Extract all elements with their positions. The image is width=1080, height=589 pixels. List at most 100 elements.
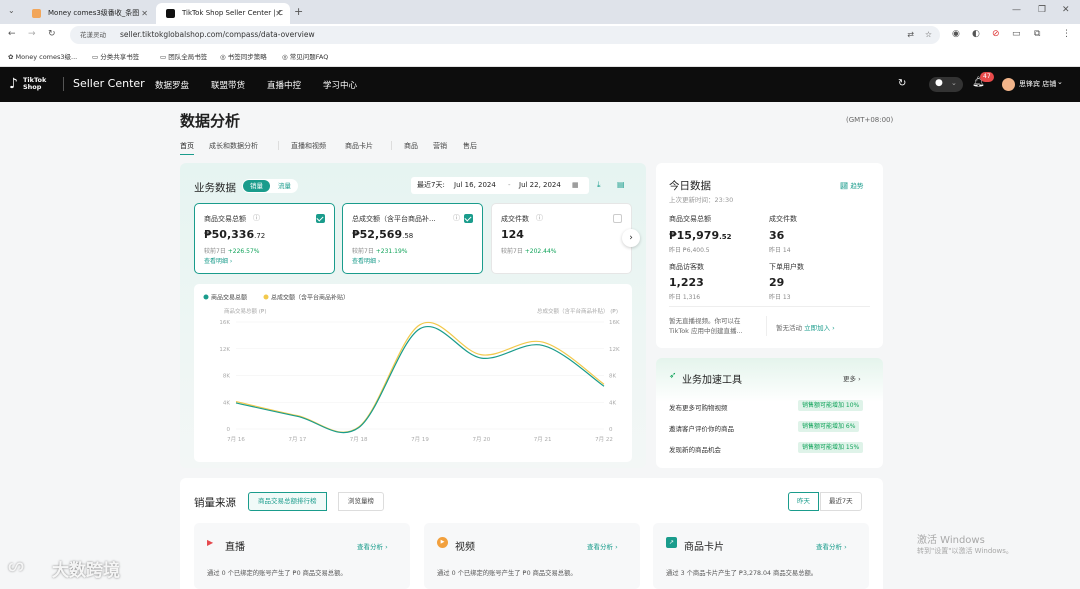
tab-live-video[interactable]: 直播和视频 (291, 141, 326, 151)
address-bar-row: ← → ↻ 花漾灵动 seller.tiktokglobalshop.com/c… (0, 24, 1080, 46)
date-separator: - (508, 181, 511, 189)
rocket-icon: ➶ (669, 371, 677, 381)
tab-label: TikTok Shop Seller Center | C (182, 9, 283, 17)
bookmark-star-icon[interactable]: ☆ (925, 26, 932, 44)
extension-icon[interactable]: ◐ (972, 29, 980, 39)
bookmark-folder[interactable]: ▭ 分类共享书签 (92, 51, 139, 61)
avatar[interactable] (1002, 78, 1015, 91)
info-icon[interactable]: ⓘ (536, 213, 543, 223)
tab-gmv-ranking[interactable]: 商品交易总额排行榜 (248, 492, 327, 511)
view-details-link[interactable]: 查看明细 › (352, 256, 380, 265)
chat-button[interactable]: ● ⌄ (929, 77, 963, 92)
today-sub: 昨日 14 (769, 247, 791, 254)
join-link[interactable]: 立即加入 › (804, 324, 835, 332)
trend-chart-panel: 商品交易总额 总成交额（含平台商品补贴） 商品交易总额 (₱) 总成交额（含平台商品补… (194, 284, 632, 462)
today-value: 1,223 (669, 276, 704, 289)
compare-value: +231.19% (375, 248, 408, 255)
divider (391, 141, 392, 150)
nav-item-affiliate[interactable]: 联盟带货 (211, 79, 245, 91)
boost-item[interactable]: 邀请客户评价你的商品 (669, 423, 734, 433)
close-tab-icon[interactable]: ✕ (141, 3, 148, 24)
x-tick-label: 7月 19 (411, 436, 429, 443)
extension-icon[interactable]: ◉ (952, 29, 960, 39)
back-icon[interactable]: ← (8, 29, 16, 39)
series-line (235, 326, 605, 434)
carousel-next-icon[interactable]: › (622, 229, 640, 247)
view-analysis-link[interactable]: 查看分析 › (816, 541, 847, 551)
nav-item-learning[interactable]: 学习中心 (323, 79, 357, 91)
url-input[interactable]: 花漾灵动 seller.tiktokglobalshop.com/compass… (70, 26, 940, 44)
date-from: Jul 16, 2024 (454, 181, 496, 189)
info-icon[interactable]: ⓘ (453, 213, 460, 223)
tab-products[interactable]: 商品 (404, 141, 418, 151)
tab-marketing[interactable]: 营销 (433, 141, 447, 151)
tab-list-icon[interactable]: ⌄ (8, 6, 15, 15)
checkbox-checked-icon[interactable] (464, 214, 473, 223)
source-desc: 通过 0 个已绑定的账号产生了 ₱0 商品交易总额。 (207, 570, 347, 577)
tab-growth[interactable]: 成长和数据分析 (209, 141, 258, 151)
reload-icon[interactable]: ↻ (48, 29, 56, 39)
series-line (235, 321, 605, 433)
export-sheet-icon[interactable]: ▤ (617, 180, 625, 189)
tiktok-favicon (166, 9, 175, 18)
boost-item[interactable]: 发现新的商品机会 (669, 444, 721, 454)
source-card-product-card: ↗ 商品卡片 查看分析 › 通过 3 个商品卡片产生了 ₱3,278.04 商品… (653, 523, 869, 589)
boost-tag: 销售额可能增加 6% (798, 421, 860, 432)
metric-card-units[interactable]: 成交件数 ⓘ 124 较前7日 +202.44% (491, 203, 632, 274)
checkbox-unchecked-icon[interactable] (613, 214, 622, 223)
refresh-icon[interactable]: ↻ (898, 78, 906, 89)
sales-traffic-toggle: 销量 流量 (242, 179, 298, 193)
bookmark-item[interactable]: ✿ Money comes3级... (8, 51, 77, 61)
block-icon[interactable]: ⊘ (992, 29, 1000, 39)
metric-card-gmv[interactable]: 商品交易总额 ⓘ ₱50,336.72 较前7日 +226.57% 查看明细 › (194, 203, 335, 274)
range-yesterday[interactable]: 昨天 (788, 492, 819, 511)
camera-icon[interactable]: ▭ (1012, 29, 1021, 39)
view-analysis-link[interactable]: 查看分析 › (587, 541, 618, 551)
today-value: ₱15,979.52 (669, 229, 732, 242)
chevron-down-icon: ⌄ (951, 79, 957, 87)
extensions-puzzle-icon[interactable]: ⧉ (1034, 29, 1040, 39)
minimize-icon[interactable]: — (1012, 5, 1021, 15)
range-last-7-days[interactable]: 最近7天 (820, 492, 862, 511)
bookmark-folder[interactable]: ▭ 团队全局书签 (160, 51, 207, 61)
maximize-icon[interactable]: ❐ (1038, 5, 1046, 15)
view-analysis-link[interactable]: 查看分析 › (357, 541, 388, 551)
date-range-picker[interactable]: 最近7天: Jul 16, 2024 - Jul 22, 2024 ▦ (411, 177, 589, 194)
source-title: 直播 (225, 542, 245, 553)
new-tab-button[interactable]: + (294, 5, 303, 18)
tab-after-sales[interactable]: 售后 (463, 141, 477, 151)
date-to: Jul 22, 2024 (519, 181, 561, 189)
bookmark-item[interactable]: ◎ 常见问题FAQ (282, 51, 328, 61)
toggle-traffic[interactable]: 流量 (272, 180, 297, 192)
checkbox-checked-icon[interactable] (316, 214, 325, 223)
nav-item-compass[interactable]: 数据罗盘 (155, 79, 189, 91)
toggle-sales[interactable]: 销量 (243, 180, 270, 192)
tiktok-note-icon: ♪ (9, 76, 18, 92)
tab-home[interactable]: 首页 (180, 141, 194, 155)
close-tab-icon[interactable]: ✕ (275, 3, 282, 24)
forward-icon[interactable]: → (28, 29, 36, 39)
boost-item[interactable]: 发布更多可购物视频 (669, 402, 728, 412)
tab-product-card[interactable]: 商品卡片 (345, 141, 373, 151)
tab-views-ranking[interactable]: 浏览量榜 (338, 492, 384, 511)
chevron-down-icon[interactable]: ⌄ (1057, 78, 1063, 86)
bookmark-item[interactable]: ◎ 书签同步策略 (220, 51, 267, 61)
more-link[interactable]: 更多 › (843, 373, 861, 383)
download-icon[interactable]: ⤓ (597, 180, 601, 190)
translate-icon[interactable]: ⇄ (907, 26, 914, 44)
metric-title: 总成交额（含平台商品补... (352, 215, 436, 223)
browser-tab[interactable]: Money comes3级番收_条图 ✕ (22, 3, 156, 24)
info-icon[interactable]: ⓘ (253, 213, 260, 223)
site-badge[interactable]: 花漾灵动 (80, 26, 106, 44)
trend-line-chart: 商品交易总额 总成交额（含平台商品补贴） 商品交易总额 (₱) 总成交额（含平台商品补… (203, 294, 620, 443)
url-text: seller.tiktokglobalshop.com/compass/data… (120, 30, 315, 39)
close-window-icon[interactable]: ✕ (1062, 5, 1070, 15)
view-details-link[interactable]: 查看明细 › (204, 256, 232, 265)
nav-item-live[interactable]: 直播中控 (267, 79, 301, 91)
tiktok-shop-logo[interactable]: ♪ TikTok Shop (9, 76, 57, 94)
menu-more-icon[interactable]: ⋮ (1062, 29, 1071, 39)
shop-name[interactable]: 思锋宾 店铺 (1019, 79, 1056, 89)
metric-card-total-sales[interactable]: 总成交额（含平台商品补... ⓘ ₱52,569.58 较前7日 +231.19… (342, 203, 483, 274)
browser-tab-active[interactable]: TikTok Shop Seller Center | C ✕ (156, 3, 290, 24)
trend-link[interactable]: 📈︎ 趋势 (840, 180, 863, 190)
